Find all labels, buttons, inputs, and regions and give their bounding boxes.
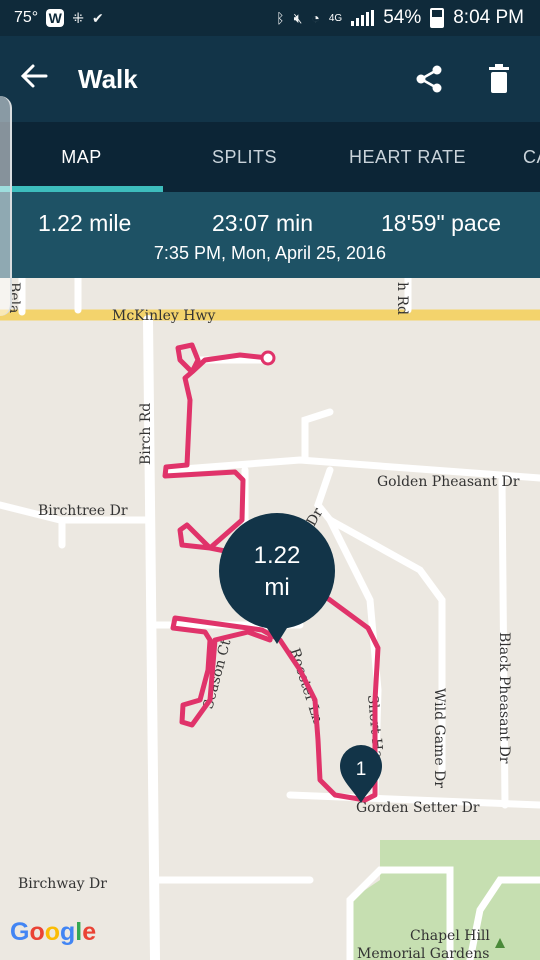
fitbit-icon: ⁜ [72,9,84,26]
street-label-h-rd: h Rd [394,282,410,315]
street-label-golden-pheasant: Golden Pheasant Dr [377,474,520,490]
network-type: 4G [328,12,343,24]
distance-marker-unit: mi [264,574,289,601]
street-label-mckinley: McKinley Hwy [112,308,215,324]
tab-bar: MAP SPLITS HEART RATE CA [0,122,540,192]
activity-datetime: 7:35 PM, Mon, April 25, 2016 [153,243,387,263]
temperature: 75° [14,9,39,26]
wifi-icon: ◔ [311,10,320,26]
duration-value: 23:07 min [212,210,314,236]
signal-icon [351,10,375,26]
map-canvas[interactable]: McKinley Hwy Birch Rd Birchtree Dr Golde… [0,278,540,960]
distance-value: 1.22 mile [38,210,132,236]
app-bar: Walk [0,36,540,122]
street-label-black-pheasant: Black Pheasant Dr [496,632,512,764]
street-label-birch: Birch Rd [138,403,154,465]
tab-calories[interactable]: CA [489,122,540,192]
check-icon: ✔ [91,9,104,26]
battery-percent: 54% [383,7,422,28]
poi-label-line2: Memorial Gardens [357,946,489,960]
mute-icon: 🔇︎ [293,9,303,26]
street-label-birchway: Birchway Dr [18,876,107,892]
drawer-edge-handle[interactable] [0,96,12,316]
battery-icon [430,8,445,28]
trash-icon[interactable] [484,64,514,94]
route-start-dot [260,350,276,366]
clock: 8:04 PM [453,7,524,28]
status-bar: 75° W ⁜ ✔ ᛒ 🔇︎ ◔ 4G 54% 8:04 PM [0,0,540,36]
pace-value: 18'59" pace [381,210,501,236]
tab-splits[interactable]: SPLITS [163,122,326,192]
route-map[interactable]: McKinley Hwy Birch Rd Birchtree Dr Golde… [0,278,540,960]
tab-heart-rate[interactable]: HEART RATE [326,122,489,192]
street-label-birchtree: Birchtree Dr [38,503,128,519]
activity-summary: 1.22 mile 23:07 min 18'59" pace 7:35 PM,… [0,192,540,278]
share-icon[interactable] [414,64,444,94]
distance-marker-value: 1.22 [254,542,301,569]
mile-marker-label: 1 [356,759,367,780]
arrow-left-icon[interactable] [20,62,56,96]
street-label-gorden-setter: Gorden Setter Dr [356,800,480,816]
app-w-icon: W [46,9,65,27]
street-label-wild-game: Wild Game Dr [431,688,447,788]
page-title: Walk [78,63,138,94]
poi-label-line1: Chapel Hill [410,928,490,944]
google-logo: Google [10,918,97,946]
bluetooth-icon: ᛒ [276,10,285,26]
tab-map[interactable]: MAP [0,122,163,192]
